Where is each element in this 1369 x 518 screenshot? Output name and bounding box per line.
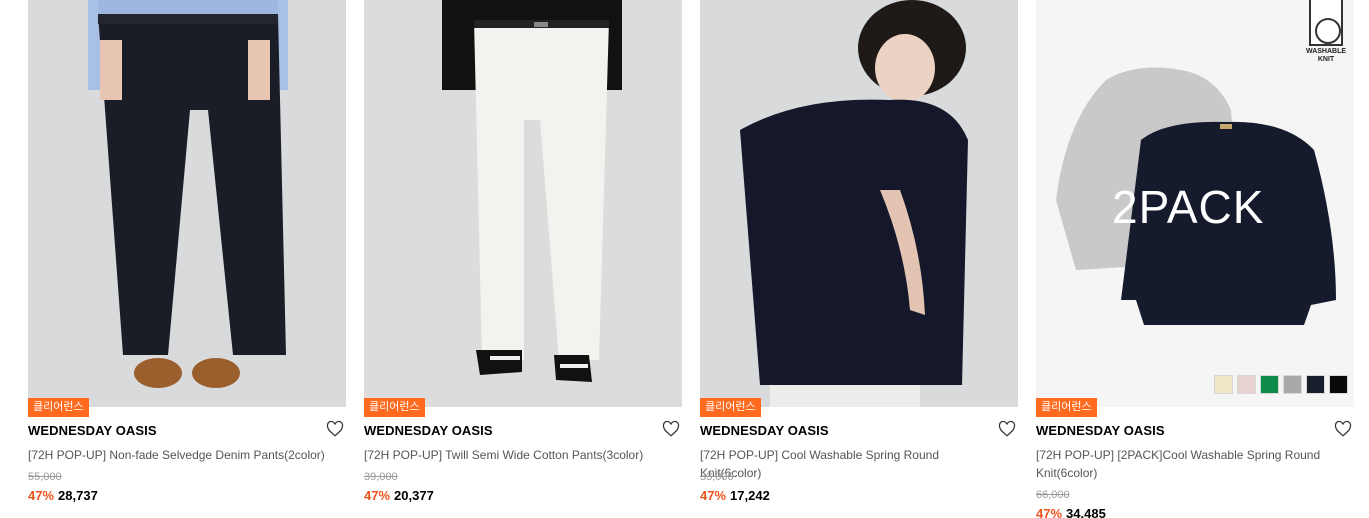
price-row: 47% 34,485 bbox=[1036, 506, 1106, 518]
product-name[interactable]: [72H POP-UP] Twill Semi Wide Cotton Pant… bbox=[364, 446, 664, 464]
swatch-5[interactable] bbox=[1306, 375, 1325, 394]
clearance-badge: 클리어런스 bbox=[1036, 398, 1097, 417]
two-pack-overlay: 2PACK bbox=[1112, 181, 1265, 233]
washable-label-line2: KNIT bbox=[1317, 56, 1335, 63]
discount-rate: 47% bbox=[700, 488, 727, 503]
product-grid: 클리어런스 WEDNESDAY OASIS [72H POP-UP] Non-f… bbox=[28, 0, 1354, 518]
clearance-badge: 클리어런스 bbox=[700, 398, 761, 417]
heart-icon[interactable] bbox=[662, 420, 680, 438]
heart-icon[interactable] bbox=[998, 420, 1016, 438]
clearance-badge: 클리어런스 bbox=[364, 398, 425, 417]
washing-machine-icon bbox=[1309, 0, 1343, 46]
sale-price: 28,737 bbox=[58, 488, 98, 503]
navy-knit-photo bbox=[700, 0, 1018, 407]
brand-name[interactable]: WEDNESDAY OASIS bbox=[1036, 423, 1165, 438]
rating-dots bbox=[28, 514, 88, 518]
product-name[interactable]: [72H POP-UP] Non-fade Selvedge Denim Pan… bbox=[28, 446, 328, 464]
sale-price: 20,377 bbox=[394, 488, 434, 503]
price-row: 47% 20,377 bbox=[364, 488, 434, 503]
rating-dots bbox=[700, 514, 760, 518]
swatch-1[interactable] bbox=[1214, 375, 1233, 394]
product-card[interactable]: 클리어런스 WEDNESDAY OASIS [72H POP-UP] Twill… bbox=[364, 0, 682, 518]
swatch-6[interactable] bbox=[1329, 375, 1348, 394]
brand-name[interactable]: WEDNESDAY OASIS bbox=[28, 423, 157, 438]
original-price: 39,000 bbox=[364, 471, 398, 483]
sale-price: 17,242 bbox=[730, 488, 770, 503]
brand-name[interactable]: WEDNESDAY OASIS bbox=[364, 423, 493, 438]
price-row: 47% 17,242 bbox=[700, 488, 770, 503]
original-price: 33,000 bbox=[700, 471, 734, 483]
brand-name[interactable]: WEDNESDAY OASIS bbox=[700, 423, 829, 438]
product-image[interactable] bbox=[28, 0, 346, 407]
denim-pants-photo bbox=[28, 0, 346, 407]
original-price: 55,000 bbox=[28, 471, 62, 483]
product-image[interactable] bbox=[364, 0, 682, 407]
product-name[interactable]: [72H POP-UP] [2PACK]Cool Washable Spring… bbox=[1036, 446, 1336, 482]
product-name[interactable]: [72H POP-UP] Cool Washable Spring Round … bbox=[700, 446, 1000, 482]
discount-rate: 47% bbox=[1036, 506, 1063, 518]
rating-dots bbox=[364, 514, 424, 518]
product-card[interactable]: 클리어런스 WEDNESDAY OASIS [72H POP-UP] Cool … bbox=[700, 0, 1018, 518]
sale-price: 34,485 bbox=[1066, 506, 1106, 518]
heart-icon[interactable] bbox=[1334, 420, 1352, 438]
swatch-3[interactable] bbox=[1260, 375, 1279, 394]
discount-rate: 47% bbox=[28, 488, 55, 503]
washable-label-line1: WASHABLE bbox=[1305, 48, 1347, 55]
product-card[interactable]: 2PACK WASHABLE KNIT 클리어런스 WEDNESDAY OASI… bbox=[1036, 0, 1354, 518]
white-pants-photo bbox=[364, 0, 682, 407]
swatch-4[interactable] bbox=[1283, 375, 1302, 394]
clearance-badge: 클리어런스 bbox=[28, 398, 89, 417]
price-row: 47% 28,737 bbox=[28, 488, 98, 503]
product-card[interactable]: 클리어런스 WEDNESDAY OASIS [72H POP-UP] Non-f… bbox=[28, 0, 346, 518]
product-image[interactable]: 2PACK WASHABLE KNIT bbox=[1036, 0, 1354, 407]
original-price: 66,000 bbox=[1036, 489, 1070, 501]
heart-icon[interactable] bbox=[326, 420, 344, 438]
product-image[interactable] bbox=[700, 0, 1018, 407]
discount-rate: 47% bbox=[364, 488, 391, 503]
washable-knit-badge: WASHABLE KNIT bbox=[1304, 0, 1348, 70]
swatch-2[interactable] bbox=[1237, 375, 1256, 394]
color-swatches bbox=[1214, 375, 1348, 395]
